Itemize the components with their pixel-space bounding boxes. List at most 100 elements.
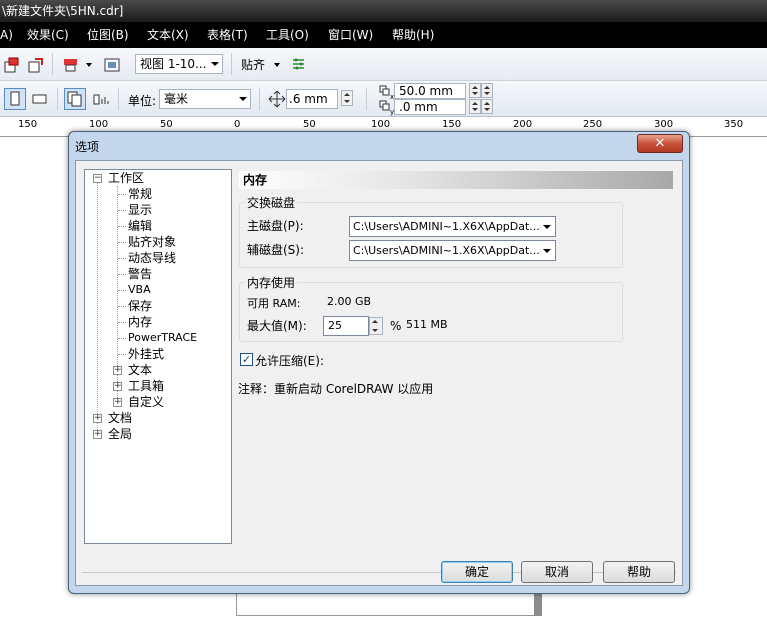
unit-label: 单位: bbox=[128, 94, 157, 108]
duplicate-x-input[interactable]: 50.0 mm bbox=[394, 83, 466, 99]
cancel-button[interactable]: 取消 bbox=[521, 561, 593, 583]
tree-item-display[interactable]: 显示 bbox=[128, 202, 152, 218]
tree-item-dynamic-guides[interactable]: 动态导线 bbox=[128, 250, 176, 266]
tree-item-vba[interactable]: VBA bbox=[128, 282, 151, 298]
memory-usage-title: 内存使用 bbox=[245, 274, 298, 291]
toolbar-separator bbox=[57, 88, 58, 110]
tree-item-warnings[interactable]: 警告 bbox=[128, 266, 152, 282]
expand-icon[interactable]: + bbox=[93, 430, 102, 439]
all-pages-icon[interactable] bbox=[64, 88, 86, 110]
menu-window[interactable]: 窗口(W) bbox=[328, 22, 373, 48]
import-icon[interactable] bbox=[3, 56, 21, 74]
secondary-disk-value: C:\Users\ADMINI~1.X6X\AppDat... bbox=[353, 244, 540, 257]
expand-icon[interactable]: + bbox=[113, 382, 122, 391]
export-icon[interactable] bbox=[27, 56, 45, 74]
menu-bitmaps[interactable]: 位图(B) bbox=[87, 22, 129, 48]
chevron-down-icon bbox=[543, 249, 551, 253]
tree-connector bbox=[118, 290, 126, 291]
menu-tools[interactable]: 工具(O) bbox=[266, 22, 309, 48]
menu-text[interactable]: 文本(X) bbox=[147, 22, 189, 48]
standard-toolbar: 视图 1-10... 贴齐 bbox=[0, 48, 767, 81]
chevron-down-icon[interactable] bbox=[272, 58, 282, 76]
help-button[interactable]: 帮助 bbox=[603, 561, 675, 583]
ruler-label: 50 bbox=[160, 119, 173, 130]
menu-partial[interactable]: A) bbox=[0, 22, 13, 48]
panel-title: 内存 bbox=[239, 171, 673, 189]
primary-disk-value: C:\Users\ADMINI~1.X6X\AppDat... bbox=[353, 220, 540, 233]
ok-button[interactable]: 确定 bbox=[441, 561, 513, 583]
tree-item-global[interactable]: 全局 bbox=[108, 426, 132, 442]
tree-connector bbox=[118, 258, 126, 259]
menu-bar: A) 效果(C) 位图(B) 文本(X) 表格(T) 工具(O) 窗口(W) 帮… bbox=[0, 22, 767, 48]
tree-item-snap[interactable]: 贴齐对象 bbox=[128, 234, 176, 250]
compress-label[interactable]: 允许压缩(E): bbox=[255, 352, 324, 369]
duplicate-x-value: 50.0 mm bbox=[399, 84, 453, 98]
menu-help[interactable]: 帮助(H) bbox=[392, 22, 434, 48]
nudge-input[interactable]: .6 mm bbox=[286, 89, 338, 109]
expand-icon[interactable]: + bbox=[113, 366, 122, 375]
max-memory-mb: 511 MB bbox=[406, 318, 448, 331]
app-title: \新建文件夹\5HN.cdr] bbox=[2, 4, 124, 18]
collapse-icon[interactable]: − bbox=[93, 174, 102, 183]
menu-table[interactable]: 表格(T) bbox=[207, 22, 248, 48]
duplicate-y-spinner-2[interactable] bbox=[481, 99, 493, 114]
tree-item-document[interactable]: 文档 bbox=[108, 410, 132, 426]
dialog-body: − 工作区 常规 显示 编辑 贴齐对象 动态导线 警告 VBA 保存 内存 Po… bbox=[75, 160, 683, 586]
tree-connector bbox=[118, 274, 126, 275]
toolbar-separator bbox=[366, 88, 367, 110]
options-dialog: 选项 ✕ − 工作区 常规 显示 编辑 贴齐对象 动态导线 警告 VBA 保存 bbox=[68, 131, 690, 594]
close-icon: ✕ bbox=[654, 136, 666, 151]
nudge-value: .6 mm bbox=[289, 92, 328, 106]
compress-checkbox[interactable]: ✓ bbox=[240, 353, 253, 366]
tree-connector bbox=[118, 194, 126, 195]
close-button[interactable]: ✕ bbox=[637, 134, 683, 153]
ruler-label: 350 bbox=[724, 119, 744, 130]
percent-sign: % bbox=[390, 319, 402, 333]
tree-item-customize[interactable]: 自定义 bbox=[128, 394, 164, 410]
checkmark-icon: ✓ bbox=[241, 353, 252, 366]
tree-item-powertrace[interactable]: PowerTRACE bbox=[128, 330, 197, 346]
nudge-spinner[interactable] bbox=[341, 90, 353, 106]
duplicate-x-spinner-2[interactable] bbox=[481, 83, 493, 98]
max-memory-spinner[interactable] bbox=[369, 317, 383, 335]
unit-combo-value: 毫米 bbox=[164, 92, 189, 106]
primary-disk-label: 主磁盘(P): bbox=[247, 219, 304, 233]
secondary-disk-label: 辅磁盘(S): bbox=[247, 243, 305, 257]
primary-disk-select[interactable]: C:\Users\ADMINI~1.X6X\AppDat... bbox=[349, 216, 556, 237]
tree-item-memory[interactable]: 内存 bbox=[128, 314, 152, 330]
tree-item-general[interactable]: 常规 bbox=[128, 186, 152, 202]
snap-to-label[interactable]: 贴齐 bbox=[241, 56, 265, 73]
duplicate-x-spinner[interactable] bbox=[469, 83, 481, 98]
options-icon[interactable] bbox=[290, 56, 308, 74]
expand-icon[interactable]: + bbox=[93, 414, 102, 423]
portrait-icon[interactable] bbox=[4, 88, 26, 110]
ruler-label: 200 bbox=[513, 119, 533, 130]
tree-item-workspace[interactable]: 工作区 bbox=[108, 170, 144, 186]
tree-item-plugins[interactable]: 外挂式 bbox=[128, 346, 164, 362]
tree-item-edit[interactable]: 编辑 bbox=[128, 218, 152, 234]
nudge-icon bbox=[268, 90, 286, 108]
duplicate-y-spinner[interactable] bbox=[469, 99, 481, 114]
secondary-disk-select[interactable]: C:\Users\ADMINI~1.X6X\AppDat... bbox=[349, 240, 556, 261]
unit-combo[interactable]: 毫米 bbox=[159, 89, 251, 109]
max-memory-input[interactable]: 25 bbox=[323, 316, 369, 336]
app-launcher-icon[interactable] bbox=[103, 56, 121, 74]
ruler-label: 50 bbox=[303, 119, 316, 130]
options-tree[interactable]: − 工作区 常规 显示 编辑 贴齐对象 动态导线 警告 VBA 保存 内存 Po… bbox=[84, 169, 232, 544]
current-page-icon[interactable] bbox=[92, 90, 110, 108]
ruler-label: 150 bbox=[442, 119, 462, 130]
duplicate-y-input[interactable]: .0 mm bbox=[394, 99, 466, 115]
menu-effects[interactable]: 效果(C) bbox=[27, 22, 69, 48]
tree-item-save[interactable]: 保存 bbox=[128, 298, 152, 314]
duplicate-y-value: .0 mm bbox=[399, 100, 438, 114]
landscape-icon[interactable] bbox=[31, 90, 49, 108]
max-memory-label: 最大值(M): bbox=[247, 319, 307, 333]
view-combo[interactable]: 视图 1-10... bbox=[135, 54, 223, 74]
tree-item-toolbox[interactable]: 工具箱 bbox=[128, 378, 164, 394]
app-title-bar: \新建文件夹\5HN.cdr] bbox=[0, 0, 767, 22]
chevron-down-icon[interactable] bbox=[84, 58, 94, 76]
publish-pdf-icon[interactable] bbox=[62, 56, 80, 74]
expand-icon[interactable]: + bbox=[113, 398, 122, 407]
available-ram-label: 可用 RAM: bbox=[247, 297, 301, 310]
tree-item-text[interactable]: 文本 bbox=[128, 362, 152, 378]
